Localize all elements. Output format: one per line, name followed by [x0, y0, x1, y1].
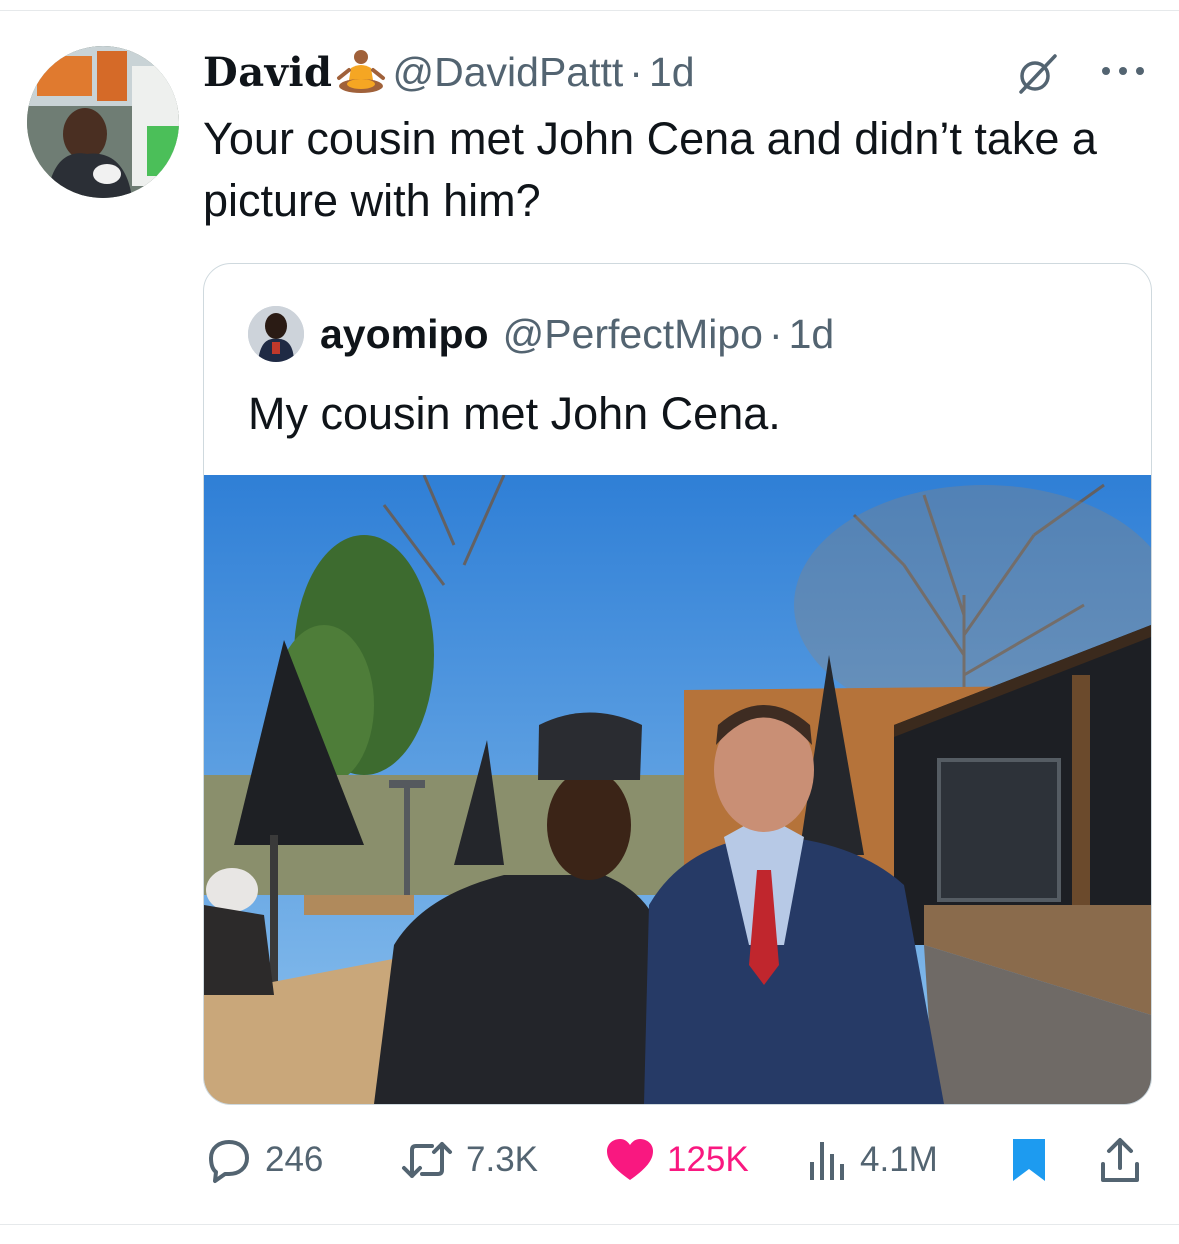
more-icon[interactable] [1098, 58, 1148, 84]
grok-icon[interactable] [1015, 52, 1059, 96]
views-count: 4.1M [860, 1140, 938, 1179]
reply-count: 246 [265, 1140, 324, 1179]
views-button[interactable]: 4.1M [806, 1130, 938, 1190]
reply-icon [209, 1140, 249, 1183]
person-in-lotus-position-emoji [336, 50, 385, 93]
like-button[interactable]: 125K [603, 1130, 749, 1190]
heart-icon [607, 1139, 653, 1180]
author-avatar[interactable] [27, 46, 179, 198]
author-display-name[interactable]: David [203, 49, 333, 96]
tweet-timestamp[interactable]: 1d [649, 49, 695, 96]
bottom-divider [0, 1224, 1179, 1225]
tweet-text: Your cousin met John Cena and didn’t tak… [203, 113, 1097, 226]
header-separator: · [629, 48, 643, 95]
quoted-author-avatar[interactable] [248, 306, 304, 362]
tweet-header: David @DavidPattt · 1d [203, 44, 695, 100]
quoted-header-separator: · [768, 310, 783, 357]
retweet-icon [402, 1142, 452, 1178]
bookmark-button[interactable] [1010, 1130, 1048, 1190]
views-icon [810, 1142, 844, 1180]
author-handle[interactable]: @DavidPattt [393, 49, 624, 96]
quoted-tweet-card[interactable]: ayomipo @PerfectMipo · 1d My cousin met … [203, 263, 1152, 1105]
tweet-action-bar: 246 7.3K 125K 4.1M [0, 1130, 1179, 1190]
like-count: 125K [667, 1140, 749, 1179]
quoted-tweet-header: ayomipo @PerfectMipo · 1d [248, 306, 834, 362]
quoted-tweet-text: My cousin met John Cena. [248, 388, 781, 439]
quoted-author-display-name[interactable]: ayomipo [320, 311, 489, 358]
top-divider [0, 10, 1179, 11]
quoted-author-avatar-image [248, 306, 304, 362]
retweet-button[interactable]: 7.3K [398, 1130, 538, 1190]
reply-button[interactable]: 246 [203, 1130, 323, 1190]
quoted-tweet-timestamp[interactable]: 1d [789, 311, 835, 358]
bookmark-icon [1013, 1139, 1045, 1181]
quoted-author-handle[interactable]: @PerfectMipo [503, 311, 763, 358]
author-avatar-image [27, 46, 179, 198]
share-button[interactable] [1098, 1130, 1142, 1190]
share-icon [1101, 1138, 1139, 1182]
retweet-count: 7.3K [466, 1140, 538, 1179]
quoted-tweet-photo[interactable] [204, 475, 1151, 1104]
